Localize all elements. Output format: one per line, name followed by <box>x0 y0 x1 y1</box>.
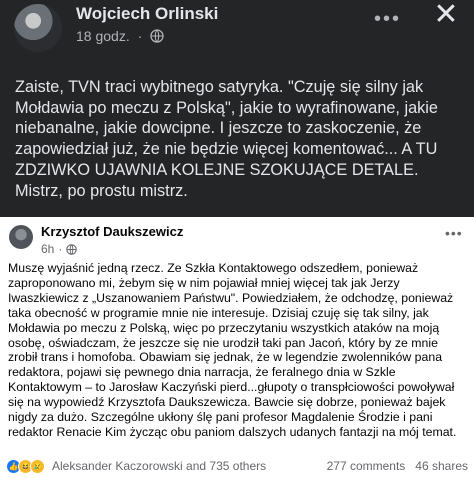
globe-icon <box>66 243 78 255</box>
avatar[interactable] <box>14 4 62 52</box>
post-time[interactable]: 18 godz. <box>76 28 130 44</box>
reactors-summary[interactable]: Aleksander Kaczorowski and 735 others <box>52 459 266 473</box>
shared-post-author[interactable]: Krzysztof Daukszewicz <box>41 224 183 239</box>
more-options-icon[interactable]: ••• <box>374 8 401 31</box>
close-icon[interactable]: ✕ <box>431 0 461 30</box>
globe-icon <box>150 29 165 43</box>
reaction-icons[interactable]: 👍 😆 😢 <box>6 458 45 474</box>
post-footer: 👍 😆 😢 Aleksander Kaczorowski and 735 oth… <box>6 457 468 475</box>
shared-post-meta: 6h · <box>41 242 78 256</box>
sad-reaction-icon: 😢 <box>30 458 45 474</box>
shares-count[interactable]: 46 shares <box>415 459 468 473</box>
engagement-counts: 277 comments 46 shares <box>327 459 468 473</box>
shared-post-text: Muszę wyjaśnić jedną rzecz. Ze Szkła Kon… <box>8 261 457 439</box>
comments-count[interactable]: 277 comments <box>327 459 406 473</box>
avatar[interactable] <box>9 225 33 249</box>
post-separator: · <box>137 28 143 44</box>
post-meta: 18 godz. · <box>76 28 165 44</box>
post-text: Zaiste, TVN traci wybitnego satyryka. "C… <box>15 78 438 200</box>
top-post: Wojciech Orlinski 18 godz. · ••• ✕ Zaist… <box>0 0 474 217</box>
post-separator: · <box>58 242 63 256</box>
shared-post: Krzysztof Daukszewicz 6h · ••• Muszę wyj… <box>0 217 474 478</box>
shared-post-time[interactable]: 6h <box>41 242 54 256</box>
more-options-icon[interactable]: ••• <box>445 225 463 241</box>
post-author[interactable]: Wojciech Orlinski <box>76 4 218 24</box>
